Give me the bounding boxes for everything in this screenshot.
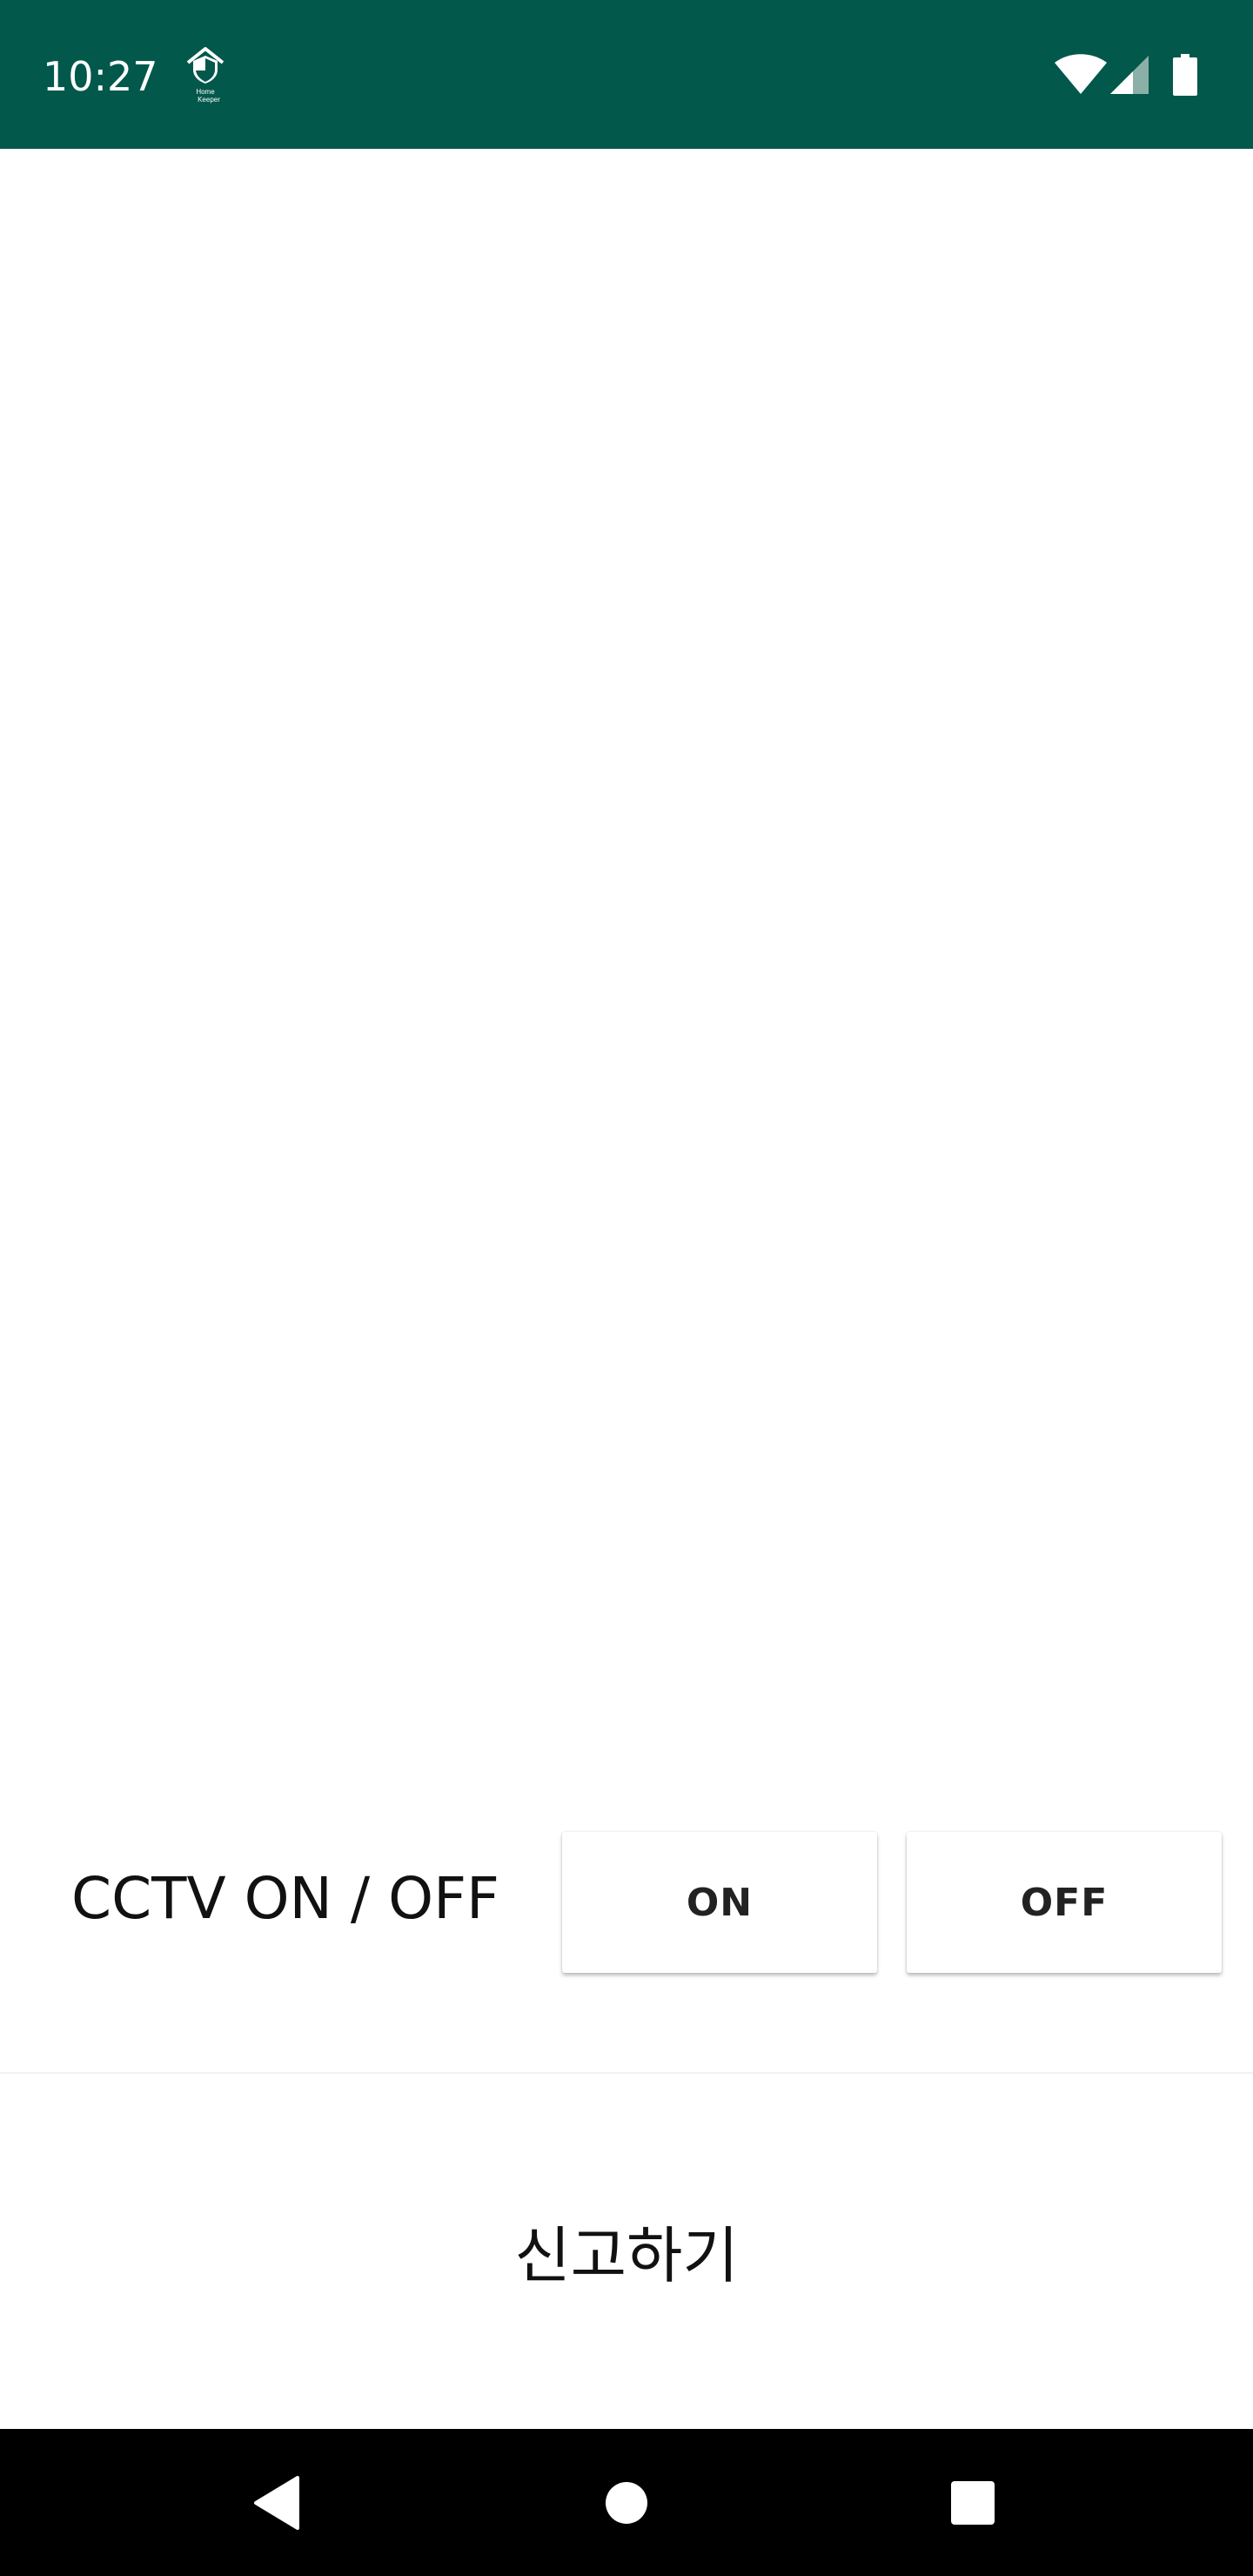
back-icon[interactable]	[238, 2464, 316, 2542]
wifi-icon	[1055, 54, 1107, 94]
app-icon-text-line2: Keeper	[198, 96, 220, 104]
home-keeper-shield-icon: Home Keeper	[181, 44, 230, 104]
battery-icon	[1173, 54, 1197, 96]
app-icon-text-line1: Home	[196, 88, 215, 96]
cctv-off-button[interactable]: OFF	[907, 1832, 1222, 1973]
report-button[interactable]: 신고하기	[0, 2074, 1253, 2428]
status-icons	[1055, 52, 1211, 97]
cctv-control-row: CCTV ON / OFF ON OFF	[0, 1825, 1253, 1990]
recents-icon[interactable]	[934, 2464, 1012, 2542]
cctv-view-area	[0, 149, 1253, 1825]
home-icon[interactable]	[587, 2464, 666, 2542]
cctv-label: CCTV ON / OFF	[71, 1865, 500, 1932]
cctv-on-button[interactable]: ON	[562, 1832, 877, 1973]
app-screen: 10:27 Home Keeper CCTV ON / OFF ON OFF 신…	[0, 0, 1253, 2576]
navigation-bar	[0, 2429, 1253, 2576]
status-bar: 10:27 Home Keeper	[0, 0, 1253, 149]
status-time: 10:27	[43, 53, 158, 100]
cell-signal-icon	[1110, 56, 1149, 94]
